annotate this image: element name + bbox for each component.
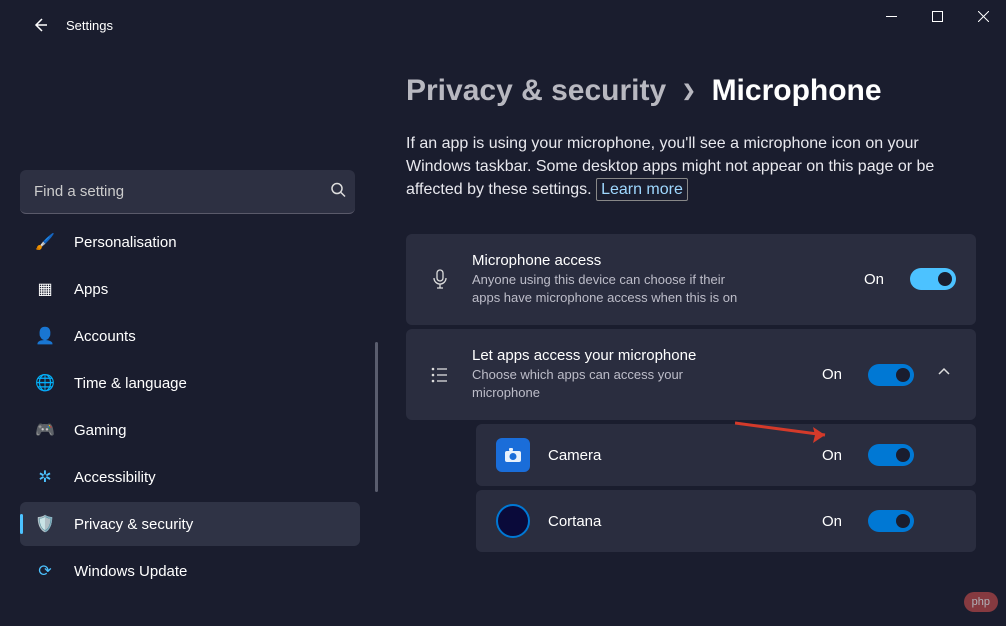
cortana-app-icon: [496, 504, 530, 538]
app-row-cortana: Cortana On: [476, 490, 976, 552]
setting-microphone-access: Microphone access Anyone using this devi…: [406, 234, 976, 325]
nav-label: Windows Update: [74, 563, 187, 580]
back-button[interactable]: [20, 5, 60, 45]
shield-icon: 🛡️: [34, 513, 56, 535]
nav-personalisation[interactable]: 🖌️ Personalisation: [20, 228, 360, 264]
titlebar: Settings: [0, 0, 1006, 50]
minimize-icon: [886, 11, 897, 22]
nav-label: Apps: [74, 281, 108, 298]
nav-apps[interactable]: ▦ Apps: [20, 267, 360, 311]
person-icon: 👤: [34, 325, 56, 347]
nav-windows-update[interactable]: ⟳ Windows Update: [20, 549, 360, 593]
camera-toggle[interactable]: [868, 444, 914, 466]
setting-title: Microphone access: [472, 252, 846, 269]
let-apps-toggle[interactable]: [868, 364, 914, 386]
sidebar-scrollbar[interactable]: [375, 342, 378, 492]
chevron-up-icon[interactable]: [932, 365, 956, 384]
page-description: If an app is using your microphone, you'…: [406, 132, 976, 202]
breadcrumb: Privacy & security ❯ Microphone: [406, 74, 976, 108]
nav-privacy-security[interactable]: 🛡️ Privacy & security: [20, 502, 360, 546]
nav-accessibility[interactable]: ✲ Accessibility: [20, 455, 360, 499]
toggle-state-label: On: [822, 447, 842, 464]
nav-label: Privacy & security: [74, 516, 193, 533]
setting-let-apps-access[interactable]: Let apps access your microphone Choose w…: [406, 329, 976, 420]
accessibility-icon: ✲: [34, 466, 56, 488]
brush-icon: 🖌️: [34, 231, 56, 253]
breadcrumb-current: Microphone: [712, 74, 882, 108]
nav-label: Gaming: [74, 422, 127, 439]
search-input[interactable]: [20, 170, 355, 214]
sidebar: 🖌️ Personalisation ▦ Apps 👤 Accounts 🌐 T…: [0, 50, 370, 626]
camera-app-icon: [496, 438, 530, 472]
nav-label: Accessibility: [74, 469, 156, 486]
cortana-toggle[interactable]: [868, 510, 914, 532]
apps-icon: ▦: [34, 278, 56, 300]
window-controls: [868, 0, 1006, 32]
nav-label: Accounts: [74, 328, 136, 345]
app-name-label: Cortana: [548, 513, 804, 530]
list-icon: [426, 364, 454, 386]
nav-label: Time & language: [74, 375, 187, 392]
microphone-access-toggle[interactable]: [910, 268, 956, 290]
update-icon: ⟳: [34, 560, 56, 582]
nav-gaming[interactable]: 🎮 Gaming: [20, 408, 360, 452]
watermark: php: [964, 592, 998, 612]
close-icon: [978, 11, 989, 22]
toggle-state-label: On: [822, 513, 842, 530]
nav-accounts[interactable]: 👤 Accounts: [20, 314, 360, 358]
app-row-camera: Camera On: [476, 424, 976, 486]
chevron-right-icon: ❯: [682, 81, 695, 101]
toggle-state-label: On: [864, 271, 884, 288]
nav-time-language[interactable]: 🌐 Time & language: [20, 361, 360, 405]
maximize-icon: [932, 11, 943, 22]
content-area: Privacy & security ❯ Microphone If an ap…: [370, 50, 1006, 626]
breadcrumb-parent[interactable]: Privacy & security: [406, 74, 666, 108]
close-button[interactable]: [960, 0, 1006, 32]
nav-list: 🖌️ Personalisation ▦ Apps 👤 Accounts 🌐 T…: [20, 228, 360, 596]
search-icon: [330, 182, 346, 203]
app-name-label: Camera: [548, 447, 804, 464]
nav-label: Personalisation: [74, 234, 177, 251]
back-arrow-icon: [32, 17, 48, 33]
globe-icon: 🌐: [34, 372, 56, 394]
setting-title: Let apps access your microphone: [472, 347, 804, 364]
maximize-button[interactable]: [914, 0, 960, 32]
learn-more-link[interactable]: Learn more: [596, 178, 688, 201]
gamepad-icon: 🎮: [34, 419, 56, 441]
setting-subtitle: Choose which apps can access your microp…: [472, 366, 742, 402]
setting-subtitle: Anyone using this device can choose if t…: [472, 271, 742, 307]
app-title: Settings: [66, 18, 113, 33]
microphone-icon: [426, 268, 454, 290]
toggle-state-label: On: [822, 366, 842, 383]
minimize-button[interactable]: [868, 0, 914, 32]
